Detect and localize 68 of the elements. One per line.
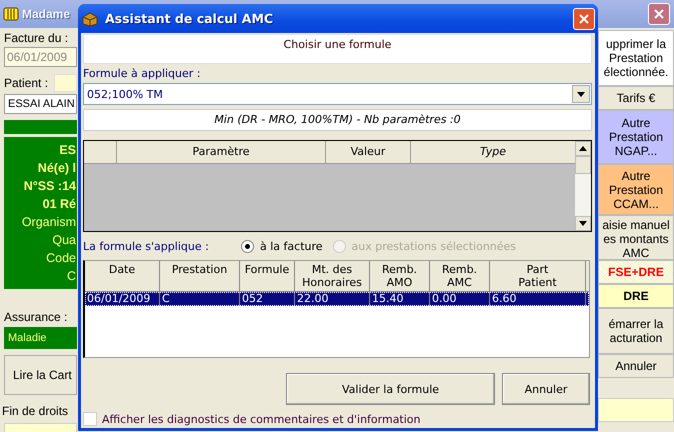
cancel-button[interactable]: Annuler: [502, 373, 590, 405]
card-text: Né(e) l: [38, 160, 76, 177]
patient-field[interactable]: ESSAI ALAIN: [4, 94, 77, 114]
input-field[interactable]: [598, 398, 674, 422]
action-button[interactable]: Autre Prestation CCAM...: [598, 164, 674, 215]
table-cell: C: [160, 292, 240, 306]
up-arrow-icon: [579, 146, 587, 151]
scrollbar[interactable]: [575, 141, 591, 231]
column-header: Prestation: [160, 261, 240, 291]
formula-dropdown[interactable]: 052;100% TM: [83, 83, 592, 105]
apply-label: La formule s'applique :: [83, 240, 210, 252]
table-cell: 0.00: [430, 292, 490, 306]
dropdown-icon: [577, 92, 585, 96]
table-cell: 22.00: [295, 292, 370, 306]
formula-description: Min (DR - MRO, 100%TM) - Nb paramètres :0: [83, 109, 592, 131]
column-header: Formule: [240, 261, 295, 291]
column-header: Date: [85, 261, 160, 291]
card-text: Organism: [22, 214, 76, 231]
input-field[interactable]: [54, 74, 77, 92]
rights-end-label: Fin de droits: [2, 403, 70, 419]
column-header: Remb. AMO: [370, 261, 430, 291]
close-icon: [578, 12, 590, 24]
column-header: Paramètre: [117, 141, 326, 164]
insurance-label: Assurance :: [4, 309, 68, 325]
column-header: Valeur: [326, 141, 411, 164]
card-text: 01 Ré: [42, 196, 76, 213]
table-cell: 06/01/2009: [85, 292, 160, 306]
read-card-button[interactable]: Lire la Cart: [4, 355, 77, 395]
window-title: Madame: [22, 7, 70, 21]
checkbox[interactable]: [83, 412, 97, 426]
card-text: ES: [59, 142, 76, 159]
action-button[interactable]: émarrer la acturation: [598, 308, 674, 354]
card-text: C: [66, 268, 76, 285]
card-text: Code: [46, 250, 76, 267]
action-button[interactable]: Annuler: [598, 354, 674, 378]
header-text: Choisir une formule: [284, 38, 392, 51]
invoice-label: Facture du :: [4, 30, 70, 46]
validate-button[interactable]: Valider la formule: [286, 373, 495, 405]
down-arrow-icon: [579, 221, 587, 226]
insurance-field[interactable]: Maladie: [4, 327, 77, 349]
action-button[interactable]: Tarifs €: [598, 86, 674, 110]
box-icon: [81, 10, 99, 26]
action-button[interactable]: DRE: [598, 284, 674, 308]
diagnostics-checkbox[interactable]: Afficher les diagnostics de commentaires et d'information: [83, 412, 595, 426]
patient-label: Patient :: [4, 75, 48, 91]
card-text: N°SS :14: [24, 178, 76, 195]
action-button[interactable]: aisie manuel es montants AMC: [598, 215, 674, 260]
radio-option[interactable]: à la facture: [241, 240, 323, 252]
radio-label: à la facture: [260, 240, 323, 252]
radio-button[interactable]: [241, 240, 254, 252]
column-header: Mt. des Honoraires: [295, 261, 370, 291]
table-cell: 6.60: [490, 292, 586, 306]
close-button[interactable]: [648, 3, 670, 25]
card-text: Qua: [52, 232, 76, 249]
table-cell: 15.40: [370, 292, 430, 306]
close-icon: [653, 8, 665, 20]
table-row[interactable]: 06/01/2009 C 052 22.00 15.40 0.00 6.60: [85, 292, 589, 306]
column-header: Part Patient: [490, 261, 586, 291]
action-button[interactable]: Autre Prestation NGAP...: [598, 110, 674, 164]
close-button[interactable]: [573, 8, 595, 30]
scrollbar-thumb[interactable]: [575, 156, 591, 174]
action-button[interactable]: upprimer la Prestation électionnée.: [598, 30, 674, 86]
dialog-title: Assistant de calcul AMC: [105, 11, 274, 26]
formula-label: Formule à appliquer :: [83, 67, 202, 81]
column-header: Remb. AMC: [430, 261, 490, 291]
card-icon: [3, 7, 19, 21]
table-cell: 052: [240, 292, 295, 306]
checkbox-label: Afficher les diagnostics de commentaires et d'information: [102, 412, 421, 426]
